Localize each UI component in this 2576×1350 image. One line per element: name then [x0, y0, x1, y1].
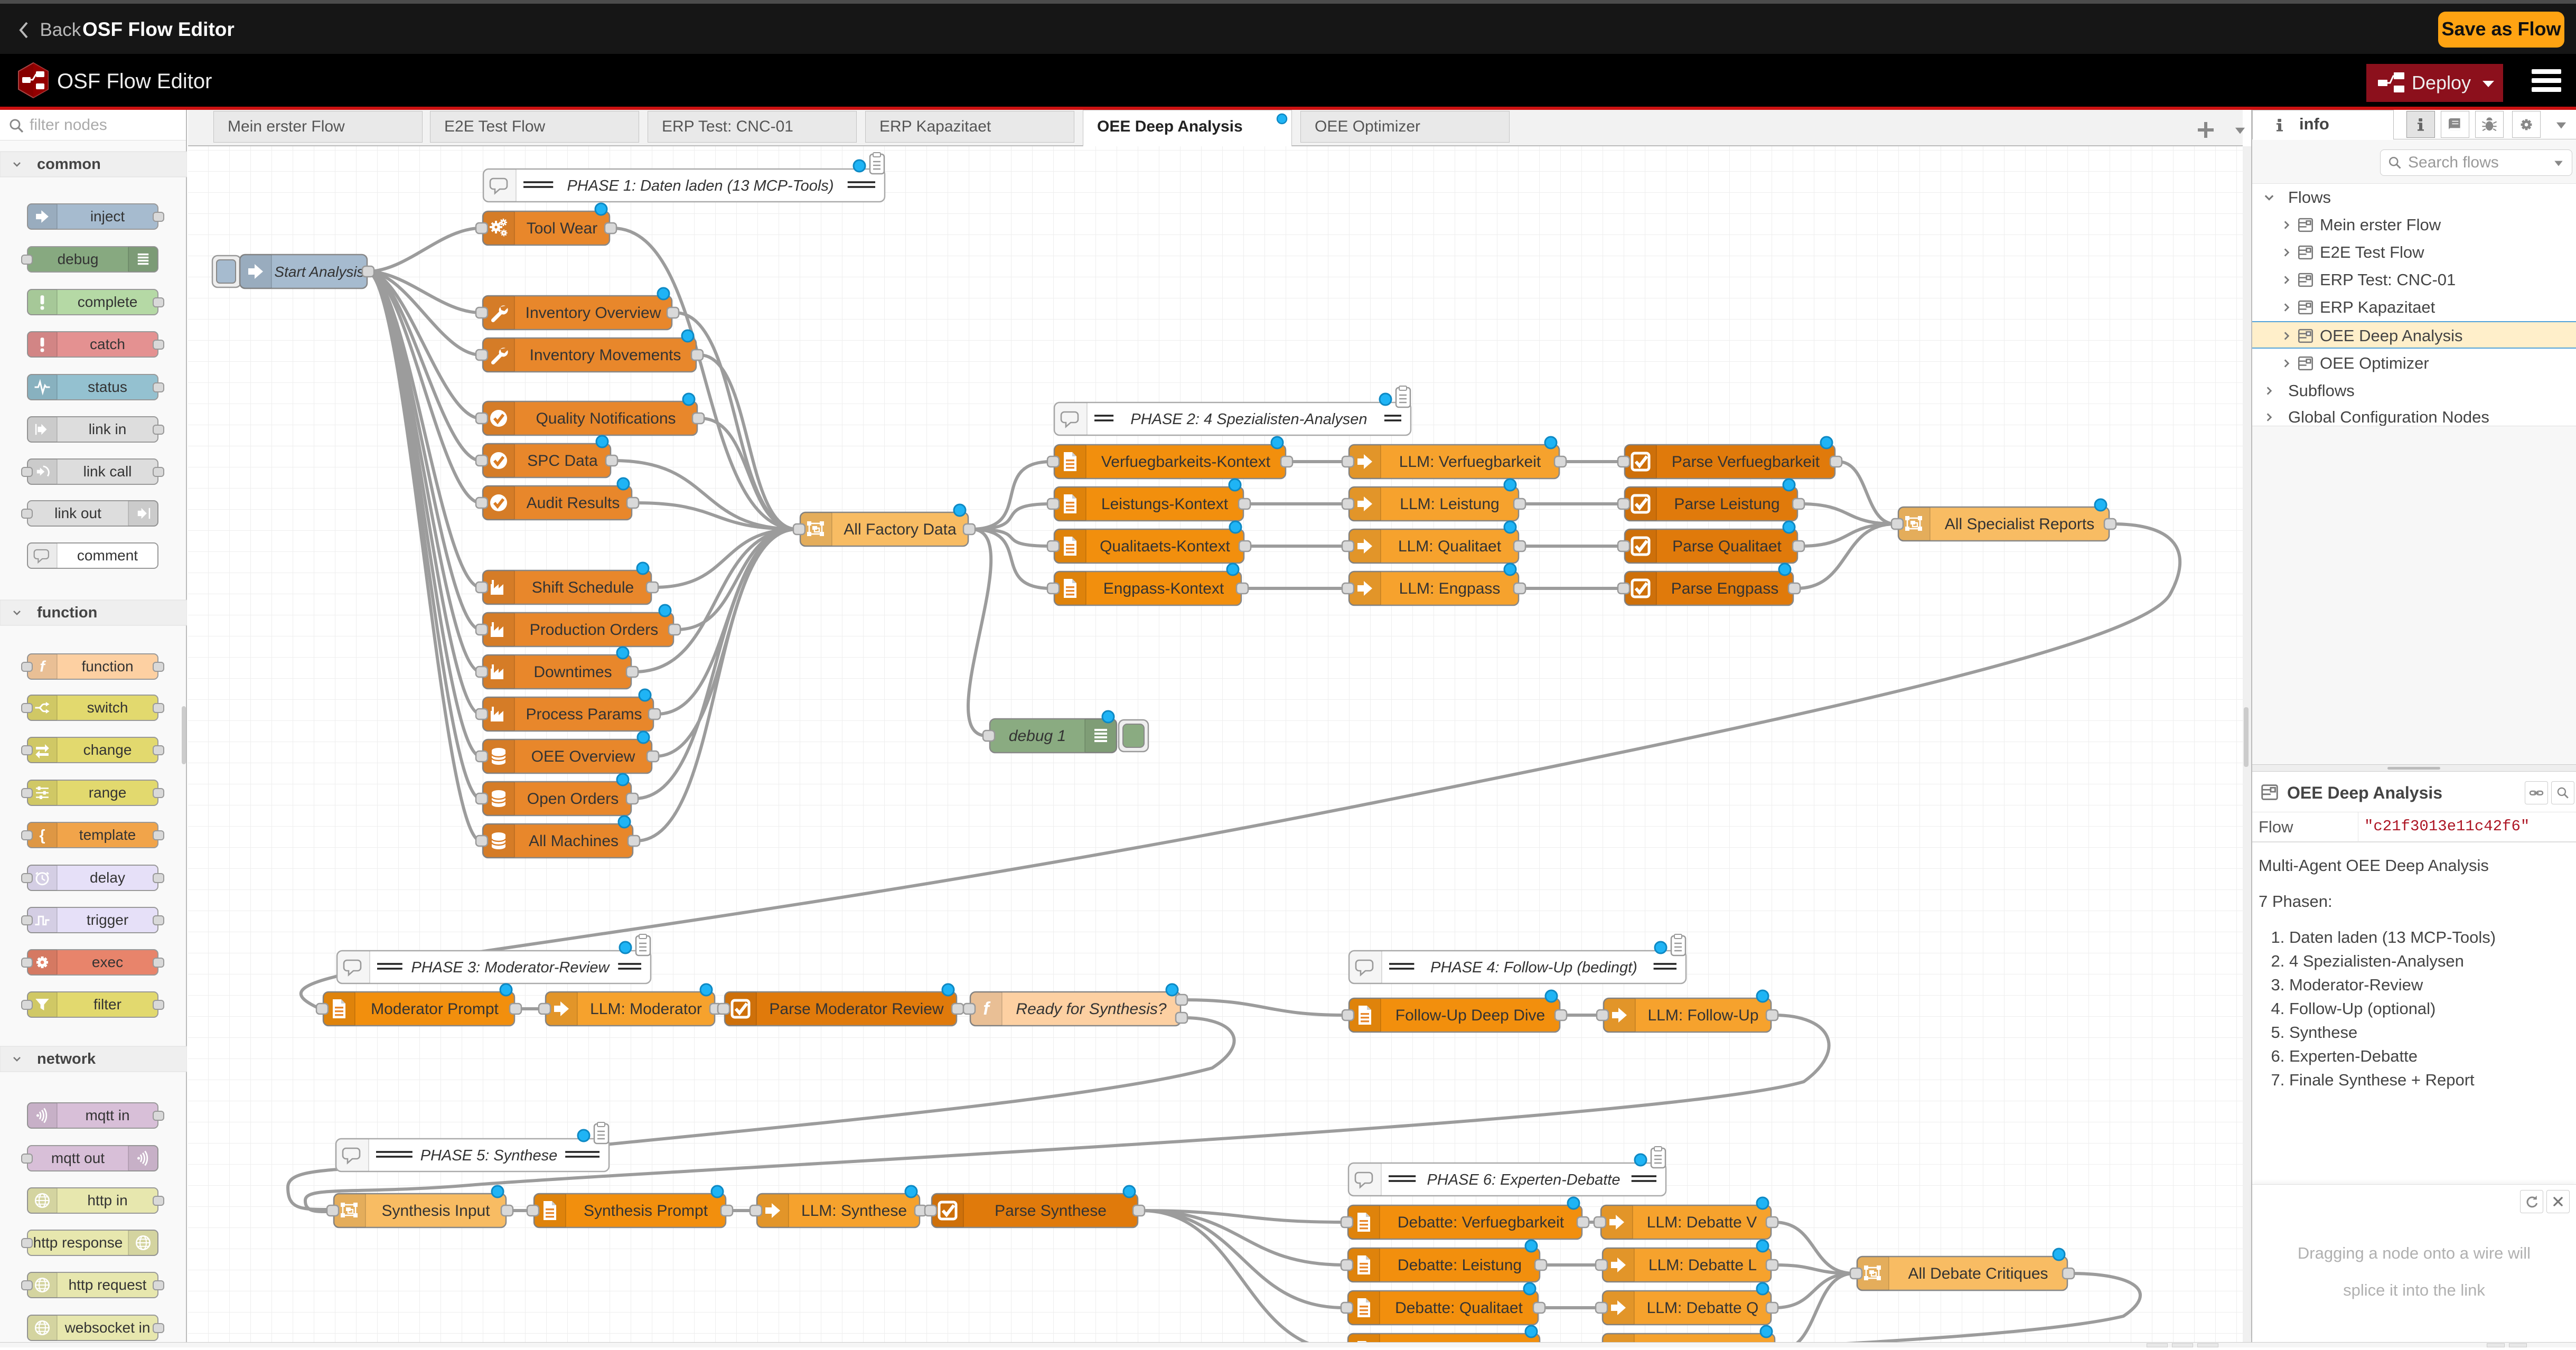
svg-text:Parse Engpass: Parse Engpass: [1671, 580, 1778, 597]
svg-text:filter: filter: [93, 996, 121, 1012]
svg-text:PHASE 4: Follow-Up (bedingt): PHASE 4: Follow-Up (bedingt): [1430, 959, 1637, 976]
svg-text:Synthesis Prompt: Synthesis Prompt: [584, 1202, 708, 1220]
svg-text:comment: comment: [77, 547, 138, 564]
svg-text:PHASE 3: Moderator-Review: PHASE 3: Moderator-Review: [411, 959, 610, 976]
svg-text:Parse Leistung: Parse Leistung: [1674, 495, 1779, 513]
svg-text:http response: http response: [33, 1234, 123, 1251]
svg-text:Start Analysis: Start Analysis: [274, 264, 364, 280]
svg-text:common: common: [37, 156, 101, 173]
svg-text:Ready for Synthesis?: Ready for Synthesis?: [1016, 1000, 1166, 1018]
svg-text:link call: link call: [83, 463, 132, 480]
svg-text:debug 1: debug 1: [1009, 727, 1066, 745]
svg-text:Moderator Prompt: Moderator Prompt: [371, 1000, 499, 1018]
svg-text:catch: catch: [90, 336, 125, 352]
svg-text:Parse Qualitaet: Parse Qualitaet: [1672, 538, 1782, 555]
svg-text:template: template: [79, 827, 136, 843]
svg-text:LLM: Follow-Up: LLM: Follow-Up: [1647, 1007, 1758, 1024]
svg-text:change: change: [83, 742, 132, 758]
svg-text:OEE Overview: OEE Overview: [531, 748, 635, 765]
svg-text:LLM: Debatte V: LLM: Debatte V: [1647, 1214, 1757, 1231]
svg-text:delay: delay: [90, 869, 125, 886]
svg-text:inject: inject: [90, 208, 125, 224]
svg-text:LLM: Debatte Q: LLM: Debatte Q: [1647, 1299, 1759, 1317]
svg-text:Debatte: Verfuegbarkeit: Debatte: Verfuegbarkeit: [1398, 1214, 1565, 1231]
svg-text:Downtimes: Downtimes: [533, 663, 612, 681]
svg-text:Audit Results: Audit Results: [527, 494, 620, 512]
svg-text:Qualitaets-Kontext: Qualitaets-Kontext: [1100, 538, 1230, 555]
svg-text:Engpass-Kontext: Engpass-Kontext: [1103, 580, 1224, 597]
svg-text:PHASE 6: Experten-Debatte: PHASE 6: Experten-Debatte: [1427, 1171, 1620, 1188]
svg-text:Inventory Overview: Inventory Overview: [526, 304, 661, 322]
svg-text:Process Params: Process Params: [526, 706, 642, 723]
svg-text:Parse Synthese: Parse Synthese: [995, 1202, 1107, 1220]
svg-text:LLM: Verfuegbarkeit: LLM: Verfuegbarkeit: [1399, 453, 1541, 471]
svg-text:Shift Schedule: Shift Schedule: [532, 579, 634, 596]
svg-text:network: network: [37, 1051, 96, 1067]
svg-text:Tool Wear: Tool Wear: [527, 220, 598, 237]
svg-text:debug: debug: [58, 251, 99, 267]
svg-text:LLM: Engpass: LLM: Engpass: [1399, 580, 1501, 597]
svg-text:Leistungs-Kontext: Leistungs-Kontext: [1101, 495, 1229, 513]
svg-text:link in: link in: [89, 421, 127, 437]
svg-text:All Specialist Reports: All Specialist Reports: [1945, 515, 2094, 533]
svg-text:Debatte: Qualitaet: Debatte: Qualitaet: [1395, 1299, 1523, 1317]
svg-text:PHASE 1: Daten laden (13 MCP-T: PHASE 1: Daten laden (13 MCP-Tools): [567, 177, 833, 194]
svg-text:PHASE 5: Synthese: PHASE 5: Synthese: [420, 1147, 558, 1164]
svg-text:All Machines: All Machines: [529, 832, 619, 850]
svg-text:All Factory Data: All Factory Data: [844, 521, 957, 538]
svg-text:Parse Moderator Review: Parse Moderator Review: [769, 1000, 943, 1018]
svg-text:LLM: Qualitaet: LLM: Qualitaet: [1398, 538, 1502, 555]
svg-text:Follow-Up Deep Dive: Follow-Up Deep Dive: [1395, 1007, 1545, 1024]
svg-text:PHASE 2: 4 Spezialisten-Analys: PHASE 2: 4 Spezialisten-Analysen: [1130, 411, 1367, 428]
svg-text:Open Orders: Open Orders: [527, 790, 619, 808]
svg-text:LLM: Leistung: LLM: Leistung: [1400, 495, 1499, 513]
svg-text:LLM: Debatte L: LLM: Debatte L: [1648, 1257, 1757, 1274]
svg-text:switch: switch: [87, 699, 128, 716]
svg-text:Inventory Movements: Inventory Movements: [530, 346, 681, 364]
svg-text:exec: exec: [92, 954, 123, 970]
svg-text:Production Orders: Production Orders: [530, 621, 658, 639]
svg-text:complete: complete: [78, 294, 138, 310]
svg-text:trigger: trigger: [87, 912, 128, 928]
svg-text:link out: link out: [54, 505, 101, 521]
svg-text:http request: http request: [69, 1277, 147, 1293]
svg-text:LLM: Moderator: LLM: Moderator: [590, 1000, 702, 1018]
svg-text:function: function: [81, 658, 133, 674]
svg-text:range: range: [89, 784, 127, 801]
svg-text:websocket in: websocket in: [64, 1319, 151, 1336]
svg-text:http in: http in: [87, 1192, 127, 1208]
svg-text:Quality Notifications: Quality Notifications: [536, 410, 676, 427]
svg-text:Parse Verfuegbarkeit: Parse Verfuegbarkeit: [1672, 453, 1820, 471]
svg-text:SPC Data: SPC Data: [527, 452, 598, 470]
svg-text:Verfuegbarkeits-Kontext: Verfuegbarkeits-Kontext: [1101, 453, 1271, 471]
svg-text:function: function: [37, 604, 97, 621]
svg-text:All Debate Critiques: All Debate Critiques: [1908, 1265, 2048, 1282]
svg-text:LLM: Synthese: LLM: Synthese: [801, 1202, 907, 1220]
svg-text:mqtt in: mqtt in: [85, 1107, 129, 1123]
svg-text:mqtt out: mqtt out: [51, 1150, 105, 1166]
svg-text:Debatte: Leistung: Debatte: Leistung: [1398, 1257, 1522, 1274]
svg-text:status: status: [88, 379, 127, 395]
svg-text:Synthesis Input: Synthesis Input: [381, 1202, 490, 1220]
